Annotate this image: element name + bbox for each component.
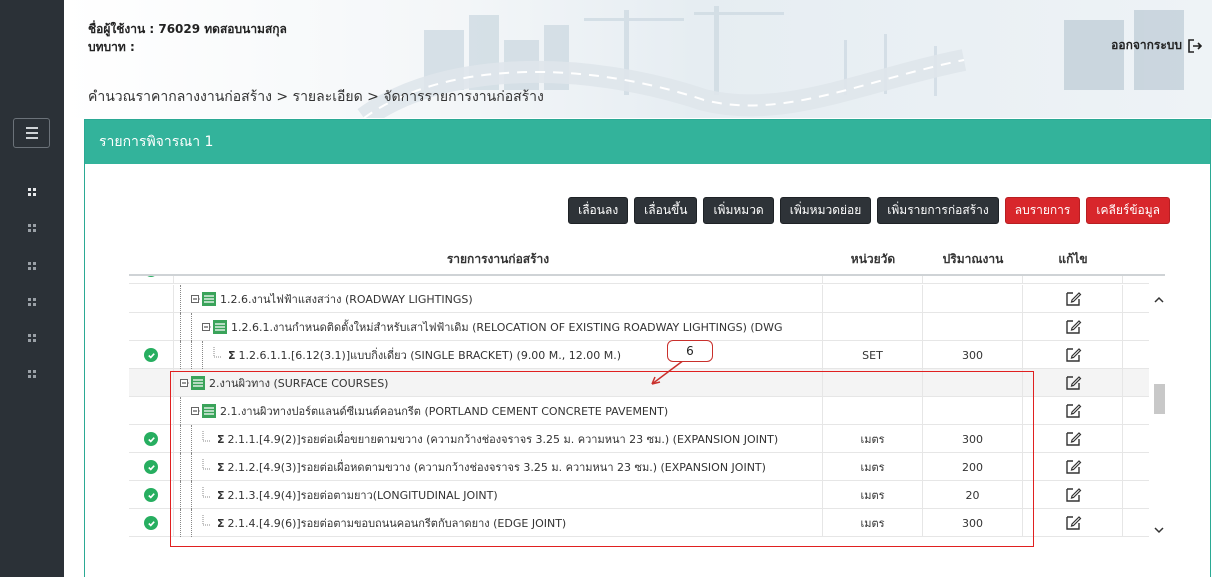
scroll-down-icon[interactable] — [1153, 524, 1165, 536]
row-qty-cell — [923, 313, 1023, 341]
sidebar-item-1[interactable] — [0, 174, 64, 210]
row-status-cell — [129, 341, 173, 369]
user-role-label: บทบาท : — [88, 40, 135, 54]
move-up-button[interactable]: เลื่อนขึ้น — [634, 197, 698, 224]
grid-icon — [28, 298, 36, 306]
table-row[interactable]: Σ 1.2.6.1.1.[6.12(3.1)]แบบกิ่งเดี่ยว (SIN… — [129, 341, 1149, 369]
sidebar-item-5[interactable] — [0, 320, 64, 356]
grid-icon — [28, 224, 36, 232]
check-icon — [144, 488, 158, 502]
edit-icon[interactable] — [1064, 514, 1082, 532]
sigma-icon: Σ — [228, 348, 236, 362]
column-header-qty: ปริมาณงาน — [942, 251, 1004, 266]
breadcrumb: คำนวณราคากลางงานก่อสร้าง > รายละเอียด > … — [88, 89, 544, 105]
sidebar-item-4[interactable] — [0, 284, 64, 320]
panel-title: รายการพิจารณา 1 — [85, 120, 1210, 164]
row-status-cell — [129, 285, 173, 313]
column-header-edit: แก้ไข — [1058, 251, 1088, 266]
row-edit-cell — [1023, 369, 1123, 397]
annotation-highlight-box — [170, 371, 1034, 547]
edit-icon[interactable] — [1064, 430, 1082, 448]
row-edit-cell — [1023, 313, 1123, 341]
check-icon — [144, 276, 158, 277]
row-edit-cell — [1023, 397, 1123, 425]
row-status-cell — [129, 425, 173, 453]
logout-label: ออกจากระบบ — [1111, 38, 1182, 52]
tree-branch-icon — [213, 347, 223, 363]
logout-button[interactable]: ออกจากระบบ — [1111, 36, 1202, 55]
row-edit-cell — [1023, 341, 1123, 369]
add-category-button[interactable]: เพิ่มหมวด — [703, 197, 774, 224]
toolbar: เลื่อนลง เลื่อนขึ้น เพิ่มหมวด เพิ่มหมวดย… — [568, 197, 1170, 224]
move-down-button[interactable]: เลื่อนลง — [568, 197, 629, 224]
table-row[interactable]: 1.2.6.1.งานกำหนดติดตั้งใหม่สำหรับเสาไฟฟ้… — [129, 313, 1149, 341]
edit-icon[interactable] — [1064, 458, 1082, 476]
annotation-label: 6 — [667, 340, 713, 362]
header: ชื่อผู้ใช้งาน : 76029 ทดสอบนามสกุล บทบาท… — [64, 0, 1212, 118]
column-header-unit: หน่วยวัด — [850, 251, 896, 266]
row-edit-cell — [1023, 453, 1123, 481]
row-name-text: 1.2.6.1.งานกำหนดติดตั้งใหม่สำหรับเสาไฟฟ้… — [231, 321, 783, 334]
row-status-cell — [129, 397, 173, 425]
row-edit-cell — [1023, 509, 1123, 537]
check-icon — [144, 432, 158, 446]
row-qty-cell — [923, 285, 1023, 313]
edit-icon[interactable] — [1064, 402, 1082, 420]
row-edit-cell — [1023, 285, 1123, 313]
row-edit-cell — [1023, 481, 1123, 509]
sidebar — [0, 0, 64, 577]
sidebar-item-3[interactable] — [0, 248, 64, 284]
row-status-cell — [129, 313, 173, 341]
grid-icon — [28, 188, 36, 196]
edit-icon[interactable] — [1064, 318, 1082, 336]
grid-icon — [28, 370, 36, 378]
user-name-label: ชื่อผู้ใช้งาน : 76029 ทดสอบนามสกุล — [88, 22, 287, 36]
row-unit-cell: SET — [823, 341, 923, 369]
check-icon — [144, 460, 158, 474]
sidebar-toggle-button[interactable] — [13, 118, 50, 148]
row-status-cell — [129, 369, 173, 397]
add-subcategory-button[interactable]: เพิ่มหมวดย่อย — [779, 197, 872, 224]
row-name-cell: 1.2.6.งานไฟฟ้าแสงสว่าง (ROADWAY LIGHTING… — [173, 285, 823, 313]
row-status-cell — [129, 481, 173, 509]
sidebar-item-2[interactable] — [0, 210, 64, 246]
check-icon — [144, 348, 158, 362]
edit-icon[interactable] — [1064, 290, 1082, 308]
sidebar-item-6[interactable] — [0, 356, 64, 392]
row-unit-cell — [823, 313, 923, 341]
scroll-up-icon[interactable] — [1153, 294, 1165, 306]
scrollbar-thumb[interactable] — [1154, 384, 1165, 414]
table-row[interactable]: 1.2.6.งานไฟฟ้าแสงสว่าง (ROADWAY LIGHTING… — [129, 285, 1149, 313]
row-name-text: 1.2.6.1.1.[6.12(3.1)]แบบกิ่งเดี่ยว (SING… — [238, 349, 622, 362]
edit-icon[interactable] — [1064, 346, 1082, 364]
tree-folder-icon[interactable] — [191, 291, 217, 307]
row-unit-cell — [823, 285, 923, 313]
clear-data-button[interactable]: เคลียร์ข้อมูล — [1086, 197, 1170, 224]
grid-icon — [28, 262, 36, 270]
row-name-cell: Σ 1.2.6.1.1.[6.12(3.1)]แบบกิ่งเดี่ยว (SIN… — [173, 341, 823, 369]
table-header: รายการงานก่อสร้าง หน่วยวัด ปริมาณงาน แก้… — [129, 244, 1165, 276]
edit-icon[interactable] — [1064, 486, 1082, 504]
row-status-cell — [129, 453, 173, 481]
logout-icon — [1188, 38, 1202, 53]
column-header-name: รายการงานก่อสร้าง — [446, 251, 550, 266]
check-icon — [144, 516, 158, 530]
edit-icon[interactable] — [1064, 374, 1082, 392]
table-scrollbar[interactable] — [1153, 276, 1165, 550]
tree-folder-icon[interactable] — [202, 319, 228, 335]
row-name-cell: 1.2.6.1.งานกำหนดติดตั้งใหม่สำหรับเสาไฟฟ้… — [173, 313, 823, 341]
row-name-text: 1.2.6.งานไฟฟ้าแสงสว่าง (ROADWAY LIGHTING… — [220, 293, 473, 306]
delete-item-button[interactable]: ลบรายการ — [1004, 197, 1081, 224]
row-qty-cell: 300 — [923, 341, 1023, 369]
row-edit-cell — [1023, 425, 1123, 453]
row-status-cell — [129, 509, 173, 537]
add-item-button[interactable]: เพิ่มรายการก่อสร้าง — [877, 197, 999, 224]
grid-icon — [28, 334, 36, 342]
table-row-partial — [129, 276, 1149, 284]
